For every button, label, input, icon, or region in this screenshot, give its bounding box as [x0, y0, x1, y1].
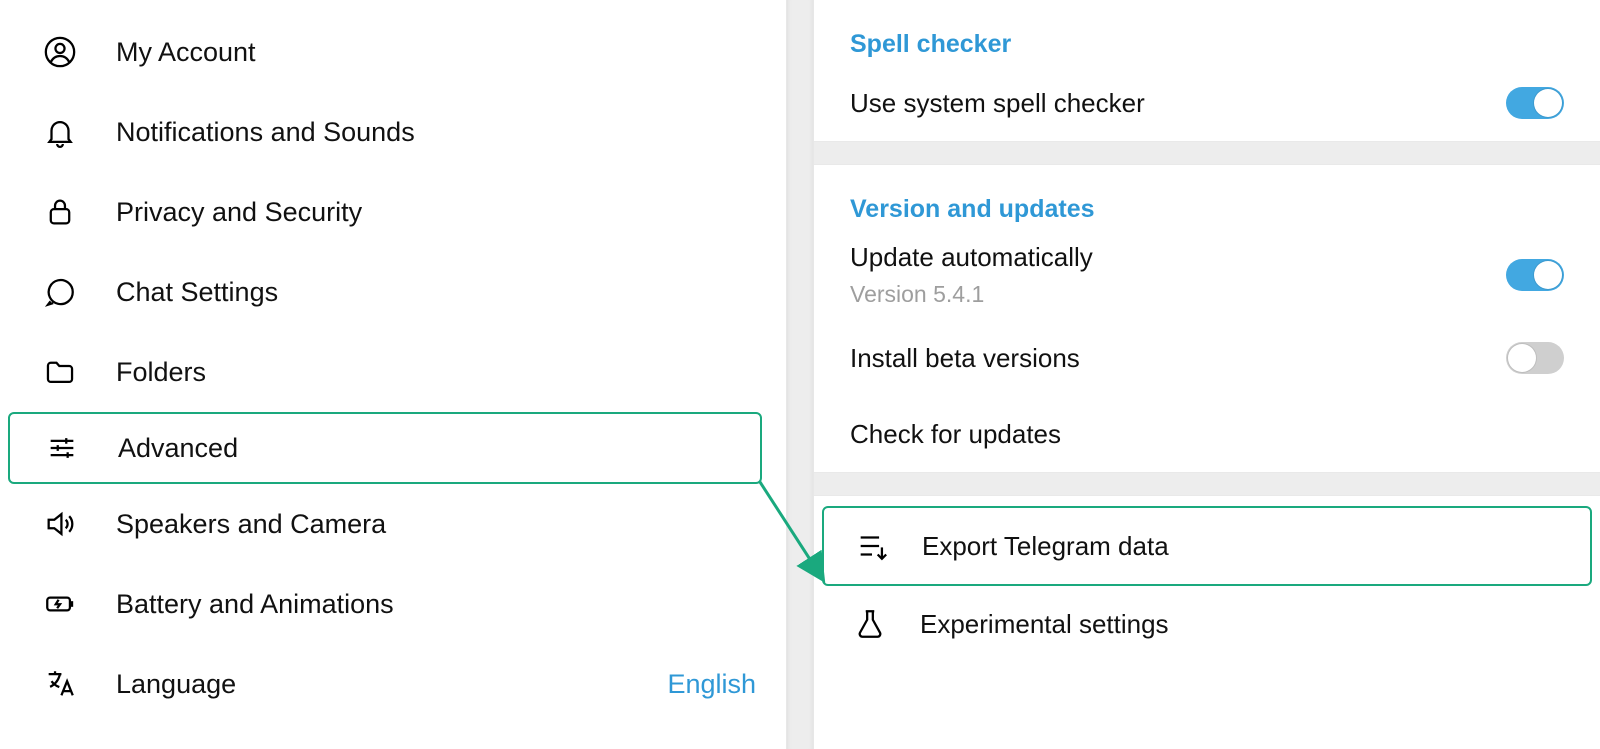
sidebar-item-chat-settings[interactable]: Chat Settings [0, 252, 786, 332]
version-text: Version 5.4.1 [850, 281, 1506, 308]
sidebar-item-label: Chat Settings [116, 277, 756, 308]
settings-sidebar: My Account Notifications and Sounds Priv… [0, 0, 786, 749]
setting-install-beta[interactable]: Install beta versions [850, 320, 1564, 396]
sidebar-item-speakers-camera[interactable]: Speakers and Camera [0, 484, 786, 564]
setting-label: Experimental settings [920, 609, 1564, 640]
language-icon [40, 664, 80, 704]
setting-label: Export Telegram data [922, 531, 1562, 562]
sidebar-item-label: My Account [116, 37, 756, 68]
setting-label: Check for updates [850, 419, 1564, 450]
sidebar-item-label: Notifications and Sounds [116, 117, 756, 148]
export-icon [852, 526, 892, 566]
chat-icon [40, 272, 80, 312]
battery-icon [40, 584, 80, 624]
setting-label: Use system spell checker [850, 88, 1506, 119]
sidebar-item-folders[interactable]: Folders [0, 332, 786, 412]
sidebar-item-label: Battery and Animations [116, 589, 756, 620]
sidebar-item-value: English [667, 669, 756, 700]
setting-system-spell-checker[interactable]: Use system spell checker [850, 65, 1564, 141]
setting-label: Install beta versions [850, 343, 1506, 374]
sidebar-item-label: Folders [116, 357, 756, 388]
section-version-updates: Version and updates [850, 165, 1564, 230]
setting-update-automatically[interactable]: Update automatically Version 5.4.1 [850, 230, 1564, 320]
setting-check-for-updates[interactable]: Check for updates [850, 396, 1564, 472]
advanced-settings-panel: Spell checker Use system spell checker V… [814, 0, 1600, 749]
lock-icon [40, 192, 80, 232]
setting-label: Update automatically [850, 242, 1506, 273]
sidebar-item-label: Speakers and Camera [116, 509, 756, 540]
bell-icon [40, 112, 80, 152]
sidebar-item-language[interactable]: Language English [0, 644, 786, 724]
toggle-system-spell-checker[interactable] [1506, 87, 1564, 119]
flask-icon [850, 604, 890, 644]
section-divider [814, 141, 1600, 165]
sidebar-item-my-account[interactable]: My Account [0, 12, 786, 92]
highlight-export-data: Export Telegram data [822, 506, 1592, 586]
toggle-update-automatically[interactable] [1506, 259, 1564, 291]
sidebar-item-label: Language [116, 669, 667, 700]
user-icon [40, 32, 80, 72]
speaker-icon [40, 504, 80, 544]
sliders-icon [42, 428, 82, 468]
toggle-install-beta[interactable] [1506, 342, 1564, 374]
sidebar-item-label: Advanced [118, 433, 738, 464]
section-divider [814, 472, 1600, 496]
sidebar-item-label: Privacy and Security [116, 197, 756, 228]
panel-divider [786, 0, 814, 749]
folder-icon [40, 352, 80, 392]
setting-experimental[interactable]: Experimental settings [814, 586, 1600, 662]
section-spell-checker: Spell checker [850, 0, 1564, 65]
sidebar-item-notifications[interactable]: Notifications and Sounds [0, 92, 786, 172]
sidebar-item-privacy[interactable]: Privacy and Security [0, 172, 786, 252]
sidebar-item-advanced[interactable]: Advanced [8, 412, 762, 484]
sidebar-item-battery-animations[interactable]: Battery and Animations [0, 564, 786, 644]
setting-export-telegram-data[interactable]: Export Telegram data [824, 508, 1590, 584]
